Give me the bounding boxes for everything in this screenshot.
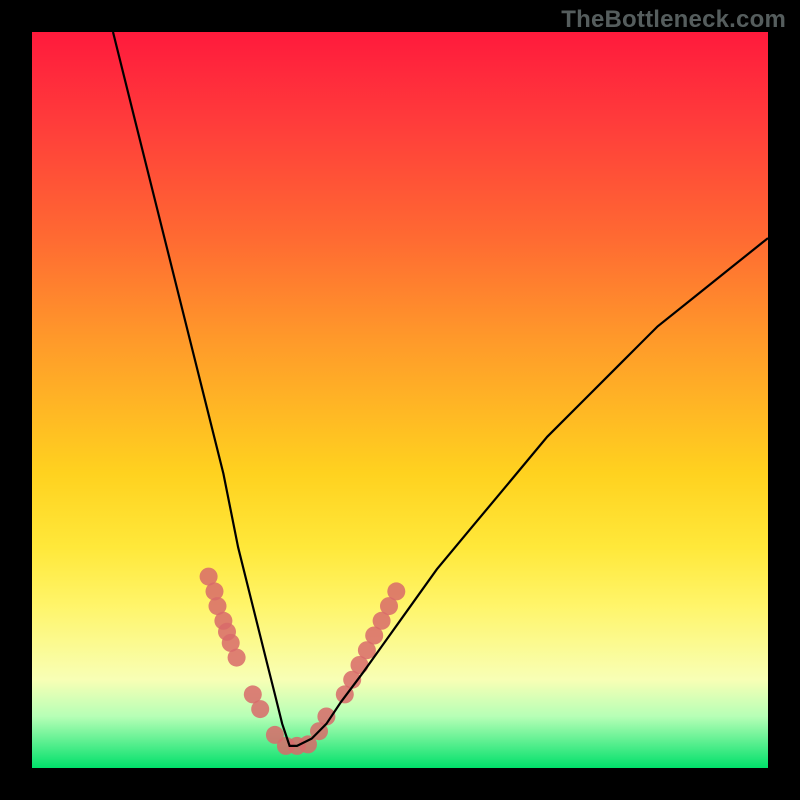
watermark-text: TheBottleneck.com — [561, 6, 786, 34]
highlight-dot — [228, 649, 246, 667]
highlight-markers — [200, 568, 406, 755]
chart-frame: TheBottleneck.com — [0, 0, 800, 800]
bottleneck-curve-path — [113, 32, 768, 746]
highlight-dot — [387, 582, 405, 600]
highlight-dot — [251, 700, 269, 718]
chart-plot-area — [32, 32, 768, 768]
chart-svg — [32, 32, 768, 768]
